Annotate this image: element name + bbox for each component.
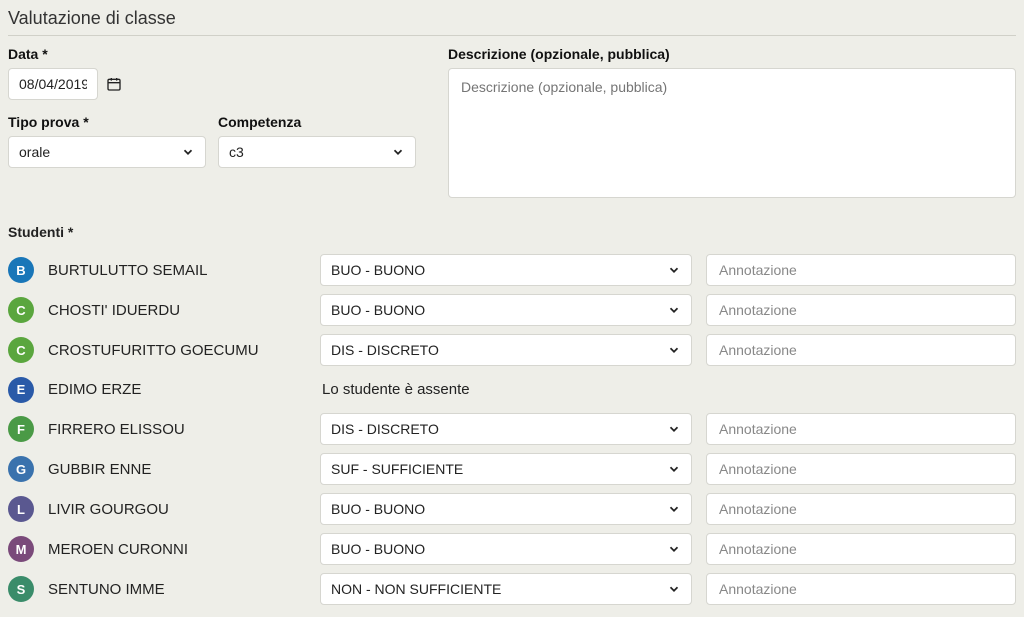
avatar: E <box>8 377 34 403</box>
student-row: B BURTULUTTO SEMAIL BUO - BUONO <box>8 250 1016 290</box>
annotazione-input[interactable] <box>706 493 1016 525</box>
competenza-label: Competenza <box>218 114 416 130</box>
student-name: SENTUNO IMME <box>48 581 306 598</box>
student-name: BURTULUTTO SEMAIL <box>48 262 306 279</box>
page-title: Valutazione di classe <box>8 0 1016 36</box>
chevron-down-icon <box>657 582 691 596</box>
grade-value: DIS - DISCRETO <box>321 335 657 365</box>
chevron-down-icon <box>657 343 691 357</box>
chevron-down-icon <box>657 303 691 317</box>
student-list: B BURTULUTTO SEMAIL BUO - BUONO C CHOSTI' ID… <box>8 250 1016 609</box>
tipo-prova-label: Tipo prova * <box>8 114 206 130</box>
annotazione-input[interactable] <box>706 413 1016 445</box>
student-row: C CHOSTI' IDUERDU BUO - BUONO <box>8 290 1016 330</box>
grade-value: BUO - BUONO <box>321 494 657 524</box>
chevron-down-icon <box>657 263 691 277</box>
grade-select[interactable]: DIS - DISCRETO <box>320 334 692 366</box>
annotazione-input[interactable] <box>706 254 1016 286</box>
chevron-down-icon <box>657 422 691 436</box>
avatar: M <box>8 536 34 562</box>
competenza-value: c3 <box>219 137 381 167</box>
data-input[interactable] <box>8 68 98 100</box>
absent-text: Lo studente è assente <box>320 374 692 405</box>
chevron-down-icon <box>657 462 691 476</box>
avatar: C <box>8 337 34 363</box>
competenza-select[interactable]: c3 <box>218 136 416 168</box>
descrizione-label: Descrizione (opzionale, pubblica) <box>448 46 1016 62</box>
student-row: L LIVIR GOURGOU BUO - BUONO <box>8 489 1016 529</box>
avatar: B <box>8 257 34 283</box>
annotazione-input[interactable] <box>706 334 1016 366</box>
student-row: C CROSTUFURITTO GOECUMU DIS - DISCRETO <box>8 330 1016 370</box>
avatar: F <box>8 416 34 442</box>
student-name: CHOSTI' IDUERDU <box>48 302 306 319</box>
grade-select[interactable]: BUO - BUONO <box>320 294 692 326</box>
grade-select[interactable]: DIS - DISCRETO <box>320 413 692 445</box>
student-name: MEROEN CURONNI <box>48 541 306 558</box>
data-label: Data * <box>8 46 428 62</box>
student-name: CROSTUFURITTO GOECUMU <box>48 342 306 359</box>
annotazione-input[interactable] <box>706 573 1016 605</box>
student-row: G GUBBIR ENNE SUF - SUFFICIENTE <box>8 449 1016 489</box>
grade-select[interactable]: NON - NON SUFFICIENTE <box>320 573 692 605</box>
avatar: L <box>8 496 34 522</box>
student-row: F FIRRERO ELISSOU DIS - DISCRETO <box>8 409 1016 449</box>
descrizione-textarea[interactable] <box>448 68 1016 198</box>
annotazione-input[interactable] <box>706 533 1016 565</box>
chevron-down-icon <box>171 145 205 159</box>
student-name: FIRRERO ELISSOU <box>48 421 306 438</box>
grade-select[interactable]: BUO - BUONO <box>320 533 692 565</box>
grade-value: BUO - BUONO <box>321 255 657 285</box>
studenti-label: Studenti * <box>8 224 1016 240</box>
avatar: G <box>8 456 34 482</box>
avatar: C <box>8 297 34 323</box>
student-row: S SENTUNO IMME NON - NON SUFFICIENTE <box>8 569 1016 609</box>
student-name: LIVIR GOURGOU <box>48 501 306 518</box>
grade-select[interactable]: SUF - SUFFICIENTE <box>320 453 692 485</box>
chevron-down-icon <box>657 542 691 556</box>
student-row: M MEROEN CURONNI BUO - BUONO <box>8 529 1016 569</box>
grade-select[interactable]: BUO - BUONO <box>320 493 692 525</box>
chevron-down-icon <box>381 145 415 159</box>
grade-value: DIS - DISCRETO <box>321 414 657 444</box>
annotazione-input[interactable] <box>706 453 1016 485</box>
chevron-down-icon <box>657 502 691 516</box>
student-name: EDIMO ERZE <box>48 381 306 398</box>
tipo-prova-select[interactable]: orale <box>8 136 206 168</box>
student-name: GUBBIR ENNE <box>48 461 306 478</box>
grade-value: NON - NON SUFFICIENTE <box>321 574 657 604</box>
tipo-prova-value: orale <box>9 137 171 167</box>
grade-value: BUO - BUONO <box>321 534 657 564</box>
avatar: S <box>8 576 34 602</box>
calendar-icon[interactable] <box>106 76 122 92</box>
grade-value: SUF - SUFFICIENTE <box>321 454 657 484</box>
annotazione-input[interactable] <box>706 294 1016 326</box>
grade-value: BUO - BUONO <box>321 295 657 325</box>
student-row: E EDIMO ERZE Lo studente è assente <box>8 370 1016 409</box>
grade-select[interactable]: BUO - BUONO <box>320 254 692 286</box>
